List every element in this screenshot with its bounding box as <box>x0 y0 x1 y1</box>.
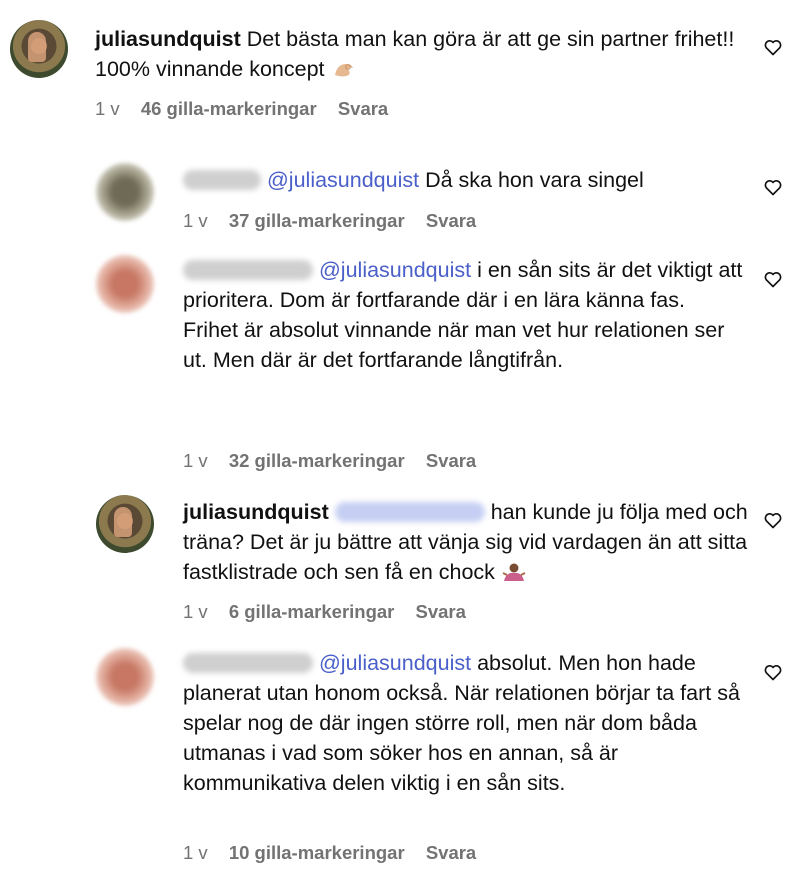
heart-outline-icon[interactable] <box>763 662 783 682</box>
avatar[interactable] <box>96 648 154 706</box>
likes-count[interactable]: 10 gilla-markeringar <box>229 842 405 863</box>
avatar[interactable] <box>96 163 154 221</box>
redacted-username <box>183 170 261 190</box>
reply-button[interactable]: Svara <box>416 601 466 622</box>
redacted-username <box>183 653 313 673</box>
likes-count[interactable]: 37 gilla-markeringar <box>229 210 405 231</box>
comment-text: @juliasundquist Då ska hon vara singel <box>183 165 743 195</box>
username[interactable]: juliasundquist <box>183 500 329 524</box>
ok-hand-emoji <box>334 63 353 77</box>
comment-meta: 1 v 10 gilla-markeringar Svara <box>183 842 492 864</box>
avatar[interactable] <box>10 20 68 78</box>
comment-text: juliasundquist han kunde ju följa med oc… <box>183 500 748 584</box>
timestamp: 1 v <box>183 450 208 471</box>
mention-link[interactable]: @juliasundquist <box>319 258 471 282</box>
reply-button[interactable]: Svara <box>426 450 476 471</box>
avatar[interactable] <box>96 495 154 553</box>
shrug-emoji <box>502 563 526 581</box>
timestamp: 1 v <box>95 98 120 119</box>
username[interactable]: juliasundquist <box>95 27 241 51</box>
reply-button[interactable]: Svara <box>426 842 476 863</box>
likes-count[interactable]: 6 gilla-markeringar <box>229 601 395 622</box>
mention-link[interactable]: @juliasundquist <box>319 651 471 675</box>
comment-text: @juliasundquist i en sån sits är det vik… <box>183 258 743 372</box>
redacted-mention <box>334 502 485 522</box>
likes-count[interactable]: 32 gilla-markeringar <box>229 450 405 471</box>
comment-meta: 1 v 32 gilla-markeringar Svara <box>183 450 492 472</box>
timestamp: 1 v <box>183 601 208 622</box>
reply-button[interactable]: Svara <box>338 98 388 119</box>
reply-button[interactable]: Svara <box>426 210 476 231</box>
comment-meta: 1 v 37 gilla-markeringar Svara <box>183 210 492 232</box>
comment-meta: 1 v 6 gilla-markeringar Svara <box>183 601 482 623</box>
heart-outline-icon[interactable] <box>763 37 783 57</box>
comment-text: juliasundquist Det bästa man kan göra är… <box>95 27 735 81</box>
timestamp: 1 v <box>183 842 208 863</box>
comment-text: @juliasundquist absolut. Men hon hade pl… <box>183 651 740 795</box>
comment-meta: 1 v 46 gilla-markeringar Svara <box>95 98 404 120</box>
heart-outline-icon[interactable] <box>763 510 783 530</box>
avatar[interactable] <box>96 255 154 313</box>
mention-link[interactable]: @juliasundquist <box>267 168 419 192</box>
likes-count[interactable]: 46 gilla-markeringar <box>141 98 317 119</box>
redacted-username <box>183 260 313 280</box>
timestamp: 1 v <box>183 210 208 231</box>
heart-outline-icon[interactable] <box>763 269 783 289</box>
heart-outline-icon[interactable] <box>763 177 783 197</box>
